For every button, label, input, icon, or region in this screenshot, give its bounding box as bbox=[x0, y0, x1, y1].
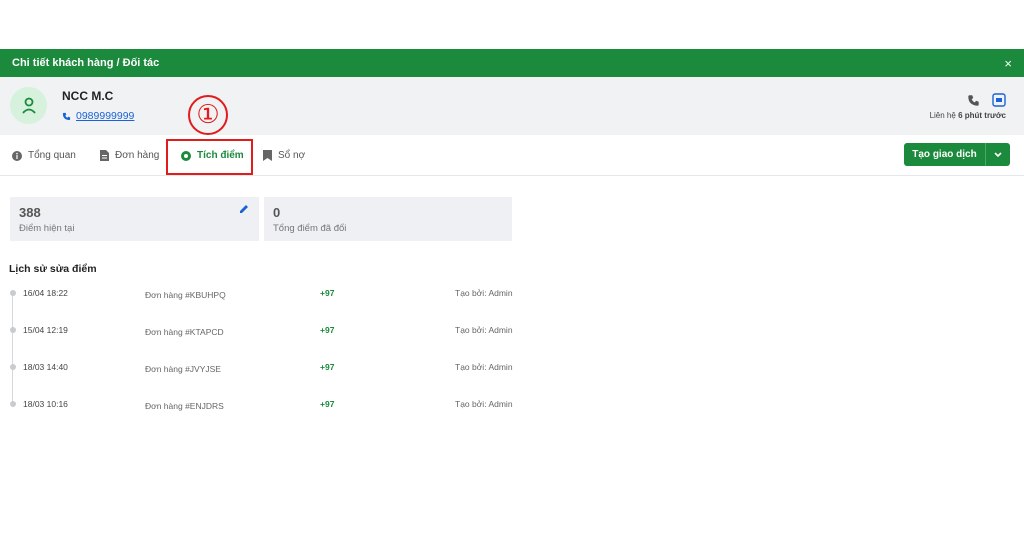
timeline-dot bbox=[10, 327, 16, 333]
customer-phone-row: 0989999999 bbox=[62, 110, 134, 122]
last-contact-time: 6 phút trước bbox=[958, 111, 1006, 120]
annotation-step-number: ① bbox=[188, 95, 228, 135]
timeline-dot bbox=[10, 290, 16, 296]
history-points: +97 bbox=[320, 325, 335, 335]
close-button[interactable]: × bbox=[1004, 56, 1012, 71]
history-created-by: Tạo bởi: Admin bbox=[455, 288, 513, 298]
user-icon bbox=[21, 97, 36, 114]
redeemed-points-card: 0 Tổng điểm đã đổi bbox=[264, 197, 512, 241]
history-created-by: Tạo bởi: Admin bbox=[455, 399, 513, 409]
chevron-down-icon[interactable] bbox=[986, 143, 1010, 166]
tab-bar: Tổng quan Đơn hàng Tích điểm Sổ nợ bbox=[0, 136, 1024, 176]
last-contact-text: Liên hệ 6 phút trước bbox=[930, 111, 1006, 120]
timeline-dot bbox=[10, 401, 16, 407]
last-contact-prefix: Liên hệ bbox=[929, 111, 956, 120]
phone-call-icon[interactable] bbox=[967, 94, 980, 107]
current-points-card: 388 Điểm hiện tại bbox=[10, 197, 259, 241]
modal-title: Chi tiết khách hàng / Đối tác bbox=[12, 57, 160, 69]
history-points: +97 bbox=[320, 399, 335, 409]
history-row: 16/04 18:22 Đơn hàng #KBUHPQ +97 Tạo bởi… bbox=[0, 288, 560, 302]
redeemed-points-value: 0 bbox=[273, 205, 281, 220]
history-created-by: Tạo bởi: Admin bbox=[455, 362, 513, 372]
history-row: 18/03 14:40 Đơn hàng #JVYJSE +97 Tạo bởi… bbox=[0, 362, 560, 376]
current-points-value: 388 bbox=[19, 205, 41, 220]
tab-debt[interactable]: Sổ nợ bbox=[263, 150, 305, 161]
customer-name: NCC M.C bbox=[62, 89, 114, 103]
current-points-label: Điểm hiện tại bbox=[19, 223, 75, 234]
history-row: 15/04 12:19 Đơn hàng #KTAPCD +97 Tạo bởi… bbox=[0, 325, 560, 339]
tab-overview[interactable]: Tổng quan bbox=[12, 150, 76, 161]
history-date: 15/04 12:19 bbox=[23, 325, 68, 335]
history-created-by: Tạo bởi: Admin bbox=[455, 325, 513, 335]
history-order-link[interactable]: Đơn hàng #KBUHPQ bbox=[145, 290, 226, 300]
phone-icon bbox=[62, 112, 71, 120]
pencil-icon[interactable] bbox=[239, 204, 249, 214]
avatar bbox=[10, 87, 47, 124]
history-order-link[interactable]: Đơn hàng #JVYJSE bbox=[145, 364, 221, 374]
customer-phone-link[interactable]: 0989999999 bbox=[76, 110, 134, 122]
history-order-link[interactable]: Đơn hàng #ENJDRS bbox=[145, 401, 224, 411]
redeemed-points-label: Tổng điểm đã đổi bbox=[273, 223, 347, 234]
history-date: 16/04 18:22 bbox=[23, 288, 68, 298]
history-row: 18/03 10:16 Đơn hàng #ENJDRS +97 Tạo bởi… bbox=[0, 399, 560, 413]
history-points: +97 bbox=[320, 288, 335, 298]
create-transaction-label: Tạo giao dịch bbox=[904, 143, 986, 166]
document-icon bbox=[100, 150, 109, 161]
create-transaction-button[interactable]: Tạo giao dịch bbox=[904, 143, 1010, 166]
bookmark-icon bbox=[263, 150, 272, 161]
customer-info-panel: NCC M.C 0989999999 Liên hệ 6 phút trước bbox=[0, 77, 1024, 135]
tab-orders-label: Đơn hàng bbox=[115, 150, 160, 161]
tab-debt-label: Sổ nợ bbox=[278, 150, 306, 161]
tab-overview-label: Tổng quan bbox=[28, 150, 76, 161]
tab-orders[interactable]: Đơn hàng bbox=[100, 150, 159, 161]
history-date: 18/03 14:40 bbox=[23, 362, 68, 372]
modal-header: Chi tiết khách hàng / Đối tác × bbox=[0, 49, 1024, 77]
history-order-link[interactable]: Đơn hàng #KTAPCD bbox=[145, 327, 224, 337]
history-date: 18/03 10:16 bbox=[23, 399, 68, 409]
annotation-highlight-box bbox=[166, 139, 253, 175]
history-points: +97 bbox=[320, 362, 335, 372]
timeline-dot bbox=[10, 364, 16, 370]
contact-actions bbox=[967, 93, 1006, 107]
info-icon bbox=[12, 150, 22, 161]
points-history-title: Lịch sử sửa điểm bbox=[9, 263, 97, 275]
messenger-icon[interactable] bbox=[992, 93, 1006, 107]
timeline-line bbox=[12, 293, 13, 405]
